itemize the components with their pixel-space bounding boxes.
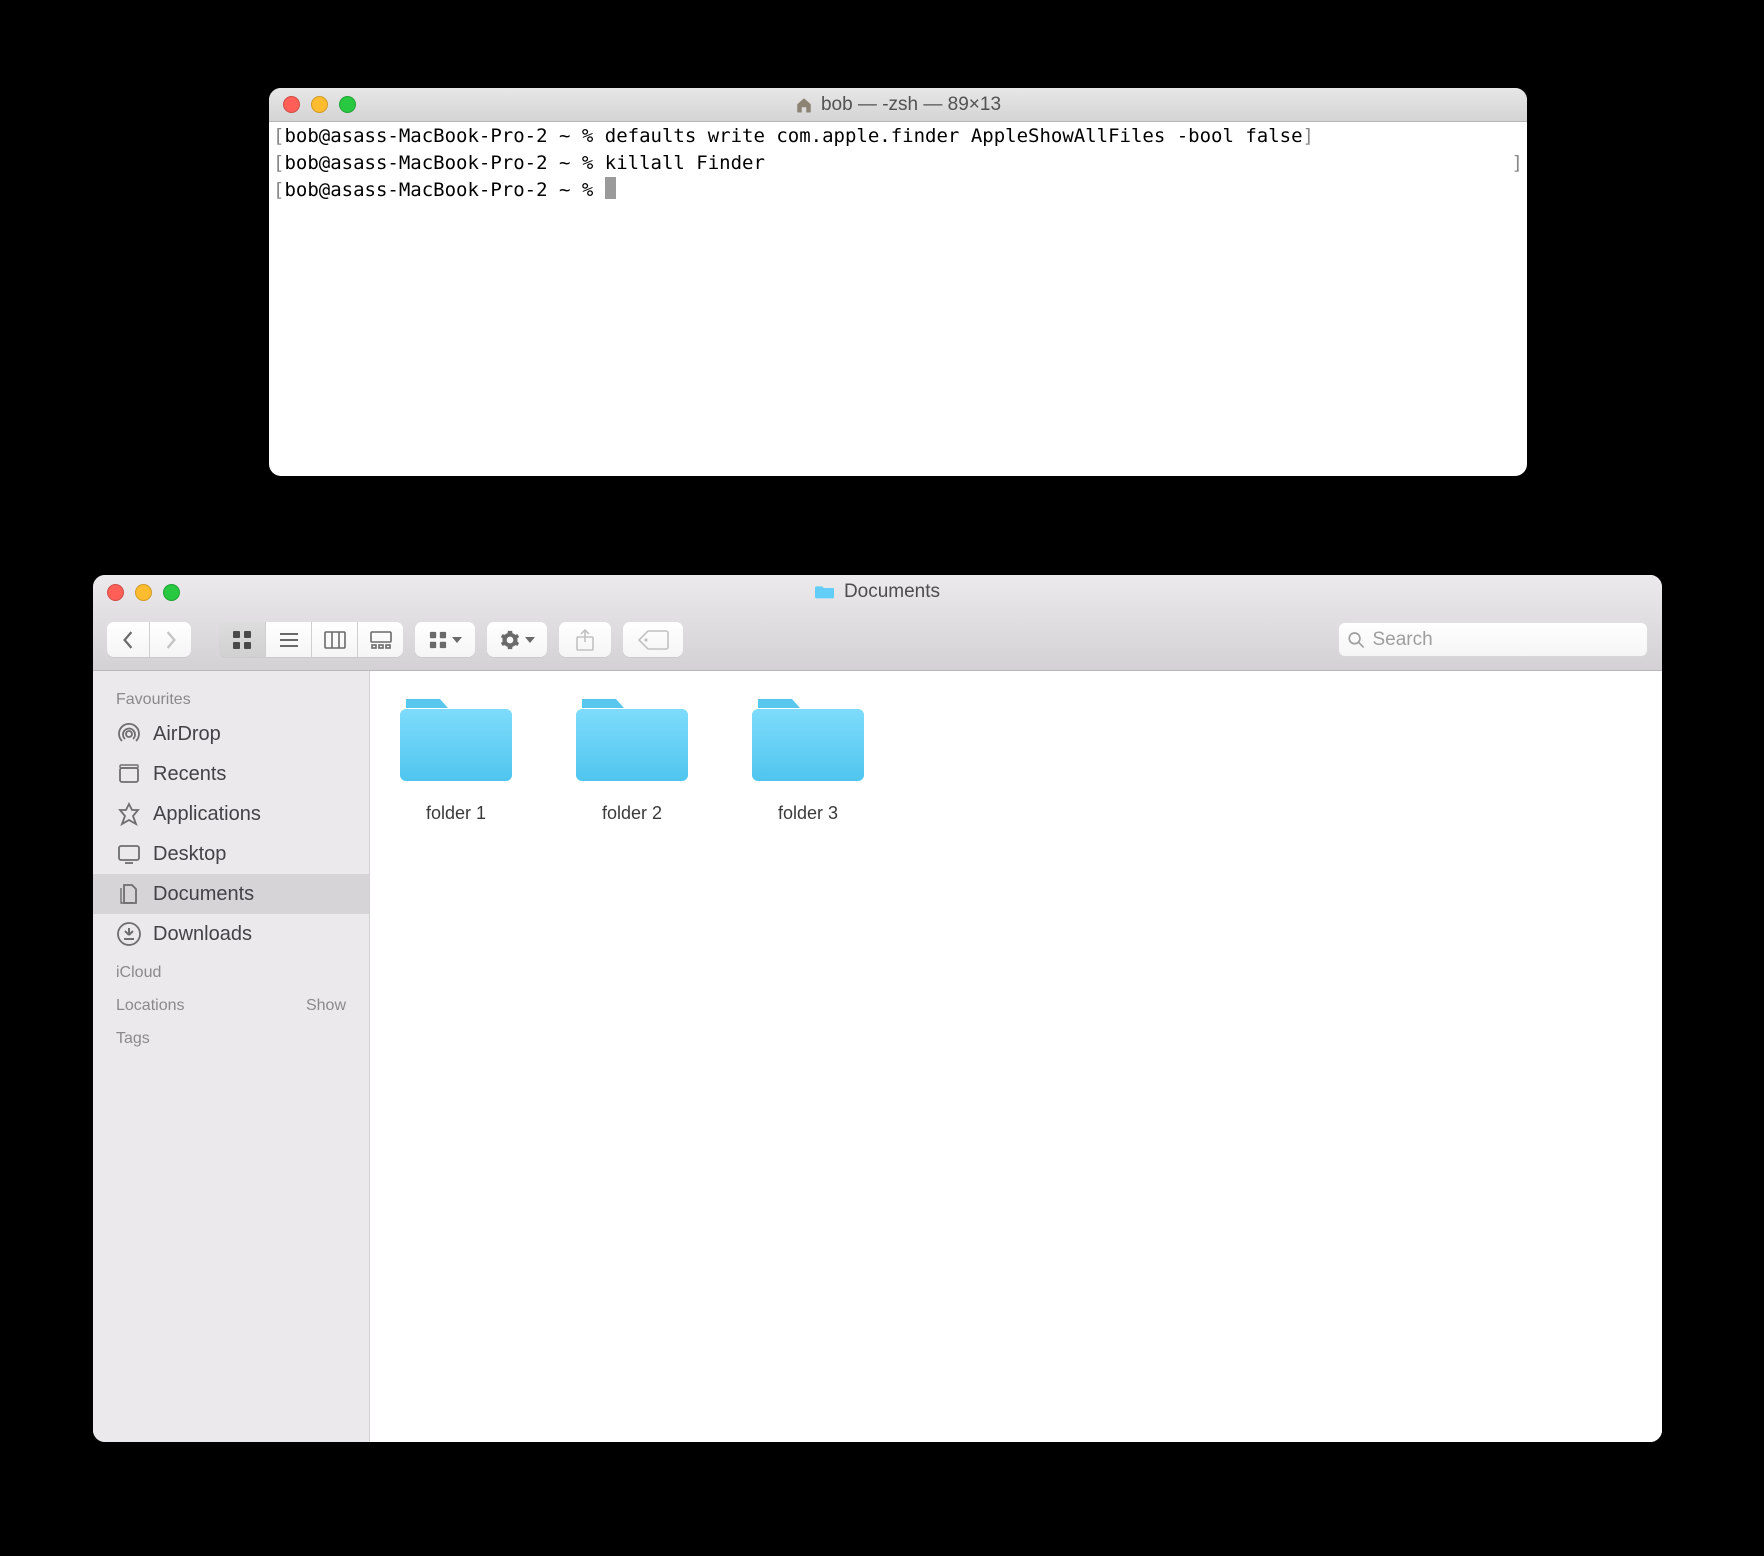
sidebar-item-label: Recents (153, 763, 226, 786)
minimize-icon[interactable] (135, 584, 152, 601)
sidebar-item-label: Desktop (153, 843, 226, 866)
traffic-lights (93, 584, 180, 601)
finder-titlebar: Documents (93, 575, 1662, 609)
sidebar-section-locations[interactable]: Locations Show (93, 987, 369, 1020)
folder-icon (815, 584, 835, 600)
sidebar-item-label: Downloads (153, 923, 252, 946)
terminal-window: bob — -zsh — 89×13 [bob@asass-MacBook-Pr… (269, 88, 1527, 476)
sidebar-section-icloud[interactable]: iCloud (93, 954, 369, 987)
folder-item[interactable]: folder 3 (748, 695, 868, 824)
share-button[interactable] (559, 622, 611, 657)
sidebar-item-label: Applications (153, 803, 261, 826)
folder-icon (576, 695, 688, 783)
terminal-body[interactable]: [bob@asass-MacBook-Pro-2 ~ % defaults wr… (269, 122, 1527, 205)
terminal-prompt: bob@asass-MacBook-Pro-2 ~ % (284, 152, 593, 174)
sidebar-item-applications[interactable]: Applications (93, 794, 369, 834)
column-view-button[interactable] (311, 622, 357, 657)
airdrop-icon (116, 721, 142, 747)
sidebar-item-airdrop[interactable]: AirDrop (93, 714, 369, 754)
folder-label: folder 1 (426, 803, 486, 824)
finder-toolbar (93, 609, 1662, 671)
terminal-line-2: killall Finder (605, 152, 765, 174)
sidebar-item-downloads[interactable]: Downloads (93, 914, 369, 954)
folder-icon (400, 695, 512, 783)
terminal-line-1: defaults write com.apple.finder AppleSho… (605, 125, 1303, 147)
chevron-down-icon (525, 636, 535, 644)
list-view-button[interactable] (265, 622, 311, 657)
sidebar-item-label: AirDrop (153, 723, 221, 746)
home-icon (795, 96, 813, 114)
finder-title-text: Documents (844, 581, 940, 603)
sidebar-item-recents[interactable]: Recents (93, 754, 369, 794)
gallery-view-button[interactable] (357, 622, 403, 657)
sidebar-section-tags[interactable]: Tags (93, 1020, 369, 1053)
sidebar-show-button[interactable]: Show (306, 997, 346, 1015)
minimize-icon[interactable] (311, 96, 328, 113)
share-group (559, 622, 611, 657)
terminal-title-text: bob — -zsh — 89×13 (821, 94, 1001, 116)
zoom-icon[interactable] (163, 584, 180, 601)
desktop-icon (116, 841, 142, 867)
finder-sidebar: Favourites AirDrop Recents Applications (93, 671, 370, 1442)
action-button[interactable] (487, 622, 547, 657)
chevron-down-icon (452, 636, 462, 644)
nav-group (107, 622, 191, 657)
search-field[interactable] (1338, 622, 1648, 657)
folder-label: folder 3 (778, 803, 838, 824)
search-icon (1348, 631, 1364, 649)
applications-icon (116, 801, 142, 827)
finder-content[interactable]: folder 1 folder 2 folder 3 (370, 671, 1662, 1442)
sidebar-section-favourites: Favourites (93, 681, 369, 714)
tags-group (623, 622, 683, 657)
folder-item[interactable]: folder 2 (572, 695, 692, 824)
terminal-cursor (605, 177, 616, 199)
folder-label: folder 2 (602, 803, 662, 824)
recents-icon (116, 761, 142, 787)
search-input[interactable] (1372, 629, 1638, 651)
sidebar-item-label: Documents (153, 883, 254, 906)
sidebar-item-documents[interactable]: Documents (93, 874, 369, 914)
traffic-lights (269, 96, 356, 113)
view-group (219, 622, 403, 657)
folder-icon (752, 695, 864, 783)
forward-button[interactable] (149, 622, 191, 657)
finder-body: Favourites AirDrop Recents Applications (93, 671, 1662, 1442)
documents-icon (116, 881, 142, 907)
terminal-prompt: bob@asass-MacBook-Pro-2 ~ % (284, 125, 593, 147)
terminal-title: bob — -zsh — 89×13 (269, 94, 1527, 116)
downloads-icon (116, 921, 142, 947)
back-button[interactable] (107, 622, 149, 657)
tags-button[interactable] (623, 622, 683, 657)
arrange-group (415, 622, 475, 657)
finder-window: Documents (93, 575, 1662, 1442)
finder-title: Documents (93, 581, 1662, 603)
sidebar-item-desktop[interactable]: Desktop (93, 834, 369, 874)
arrange-button[interactable] (415, 622, 475, 657)
action-group (487, 622, 547, 657)
terminal-prompt: bob@asass-MacBook-Pro-2 ~ % (284, 179, 593, 201)
icon-view-button[interactable] (219, 622, 265, 657)
terminal-titlebar: bob — -zsh — 89×13 (269, 88, 1527, 122)
zoom-icon[interactable] (339, 96, 356, 113)
close-icon[interactable] (107, 584, 124, 601)
folder-item[interactable]: folder 1 (396, 695, 516, 824)
close-icon[interactable] (283, 96, 300, 113)
